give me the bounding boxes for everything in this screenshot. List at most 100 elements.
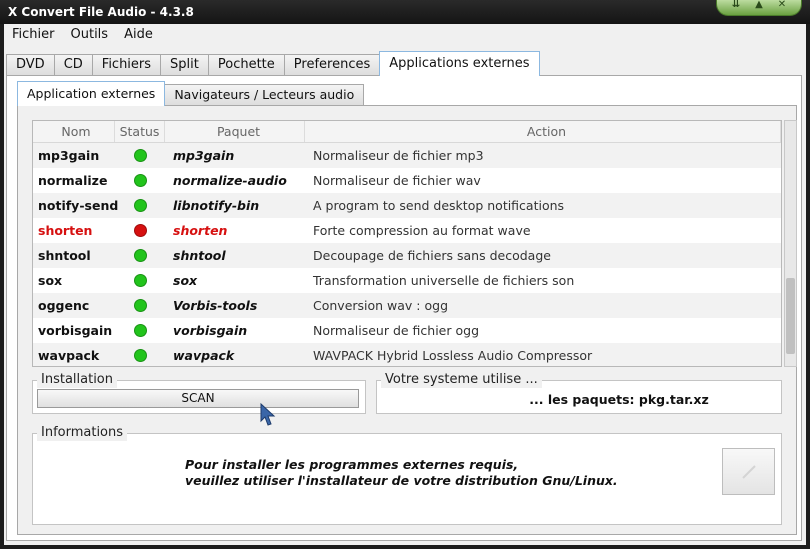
cell-status — [115, 299, 165, 312]
status-dot-icon — [133, 224, 147, 237]
client-area: Fichier Outils Aide DVD CD Fichiers Spli… — [4, 24, 806, 545]
sub-tab-bar: Application externes Navigateurs / Lecte… — [17, 81, 365, 106]
mouse-cursor-icon — [260, 402, 276, 426]
tab-split[interactable]: Split — [160, 54, 209, 76]
table-header: Nom Status Paquet Action — [33, 121, 781, 143]
table-row[interactable]: wavpack wavpack WAVPACK Hybrid Lossless Au… — [33, 343, 781, 366]
cell-nom: normalize — [38, 173, 108, 188]
status-dot-icon — [133, 349, 147, 362]
cell-status — [115, 224, 165, 237]
close-icon[interactable]: ✕ — [778, 0, 786, 17]
minimize-icon[interactable]: ⇊ — [732, 0, 740, 17]
table-row[interactable]: shorten shorten Forte compression au forma… — [33, 218, 781, 243]
table-row[interactable]: normalize normalize-audio Normaliseur de f… — [33, 168, 781, 193]
cell-nom: shntool — [38, 248, 91, 263]
window-controls: ⇊ ▲ ✕ — [716, 0, 802, 16]
tab-applications-externes[interactable]: Applications externes — [379, 51, 540, 76]
title-bar: X Convert File Audio - 4.3.8 ⇊ ▲ ✕ — [0, 0, 810, 24]
cell-status — [115, 249, 165, 262]
header-paquet[interactable]: Paquet — [165, 121, 305, 142]
cell-action: Normaliseur de fichier mp3 — [313, 148, 484, 163]
cell-nom: mp3gain — [38, 148, 100, 163]
cell-paquet: libnotify-bin — [173, 198, 260, 213]
install-button[interactable] — [722, 448, 775, 495]
app-window: X Convert File Audio - 4.3.8 ⇊ ▲ ✕ Fichi… — [0, 0, 810, 549]
informations-text: Pour installer les programmes externes r… — [185, 457, 618, 489]
applications-panel: Application externes Navigateurs / Lecte… — [6, 75, 802, 541]
cell-status — [115, 349, 165, 362]
tab-application-externes[interactable]: Application externes — [17, 81, 166, 106]
table-row[interactable]: vorbisgain vorbisgain Normaliseur de fichi… — [33, 318, 781, 343]
cell-paquet: wavpack — [173, 348, 235, 363]
cell-paquet: shntool — [173, 248, 226, 263]
application-externes-panel: Nom Status Paquet Action mp3gain mp3gain N… — [17, 105, 797, 535]
header-nom[interactable]: Nom — [33, 121, 115, 142]
install-icon — [741, 464, 756, 479]
status-dot-icon — [133, 249, 147, 262]
window-title: X Convert File Audio - 4.3.8 — [8, 5, 194, 19]
scrollbar-thumb[interactable] — [786, 278, 795, 354]
header-status[interactable]: Status — [115, 121, 165, 142]
cell-action: WAVPACK Hybrid Lossless Audio Compressor — [313, 348, 593, 363]
tab-pochette[interactable]: Pochette — [207, 54, 285, 76]
cell-paquet: Vorbis-tools — [173, 298, 258, 313]
cell-status — [115, 149, 165, 162]
table-body: mp3gain mp3gain Normaliseur de fichier mp3… — [33, 143, 781, 366]
cell-nom: sox — [38, 273, 63, 288]
table-row[interactable]: shntool shntool Decoupage de fichiers sans… — [33, 243, 781, 268]
cell-paquet: sox — [173, 273, 198, 288]
menu-aide[interactable]: Aide — [116, 24, 161, 46]
cell-nom: wavpack — [38, 348, 100, 363]
scan-button[interactable]: SCAN — [37, 389, 359, 408]
table-row[interactable]: oggenc Vorbis-tools Conversion wav : ogg — [33, 293, 781, 318]
systeme-value: ... les paquets: pkg.tar.xz — [529, 392, 709, 407]
systeme-title: Votre systeme utilise ... — [381, 372, 542, 388]
cell-paquet: normalize-audio — [173, 173, 287, 188]
packages-table: Nom Status Paquet Action mp3gain mp3gain N… — [32, 120, 782, 367]
informations-line1: Pour installer les programmes externes r… — [185, 457, 519, 472]
cell-paquet: vorbisgain — [173, 323, 248, 338]
cell-paquet: shorten — [173, 223, 228, 238]
cell-action: Normaliseur de fichier ogg — [313, 323, 479, 338]
cell-action: Transformation universelle de fichiers s… — [313, 273, 575, 288]
table-row[interactable]: mp3gain mp3gain Normaliseur de fichier mp3 — [33, 143, 781, 168]
header-action[interactable]: Action — [305, 121, 781, 142]
systeme-group: Votre systeme utilise ... ... les paquet… — [376, 372, 782, 414]
installation-title: Installation — [37, 372, 118, 388]
status-dot-icon — [133, 199, 147, 212]
cell-nom: shorten — [38, 223, 93, 238]
status-dot-icon — [133, 149, 147, 162]
status-dot-icon — [133, 299, 147, 312]
cell-action: Forte compression au format wave — [313, 223, 531, 238]
menu-outils[interactable]: Outils — [63, 24, 117, 46]
informations-group: Informations Pour installer les programm… — [32, 425, 782, 525]
cell-action: Decoupage de fichiers sans decodage — [313, 248, 551, 263]
tab-preferences[interactable]: Preferences — [283, 54, 381, 76]
cell-status — [115, 174, 165, 187]
table-row[interactable]: sox sox Transformation universelle de fich… — [33, 268, 781, 293]
cell-action: A program to send desktop notifications — [313, 198, 565, 213]
cell-nom: notify-send — [38, 198, 119, 213]
cell-paquet: mp3gain — [173, 148, 235, 163]
informations-title: Informations — [37, 425, 128, 441]
informations-line2: veuillez utiliser l'installateur de votr… — [185, 473, 618, 488]
table-scrollbar[interactable] — [784, 120, 797, 367]
status-dot-icon — [133, 174, 147, 187]
cell-action: Normaliseur de fichier wav — [313, 173, 481, 188]
cell-status — [115, 199, 165, 212]
status-dot-icon — [133, 324, 147, 337]
menu-fichier[interactable]: Fichier — [4, 24, 63, 46]
status-dot-icon — [133, 274, 147, 287]
table-row[interactable]: notify-send libnotify-bin A program to sen… — [33, 193, 781, 218]
tab-fichiers[interactable]: Fichiers — [91, 54, 162, 76]
cell-status — [115, 324, 165, 337]
maximize-icon[interactable]: ▲ — [755, 0, 763, 17]
tab-dvd[interactable]: DVD — [6, 54, 55, 76]
cell-nom: oggenc — [38, 298, 90, 313]
tab-navigateurs-lecteurs[interactable]: Navigateurs / Lecteurs audio — [164, 84, 365, 106]
menu-bar: Fichier Outils Aide — [4, 24, 161, 46]
installation-group: Installation SCAN — [32, 372, 366, 414]
tab-cd[interactable]: CD — [53, 54, 93, 76]
cell-status — [115, 274, 165, 287]
cell-nom: vorbisgain — [38, 323, 113, 338]
